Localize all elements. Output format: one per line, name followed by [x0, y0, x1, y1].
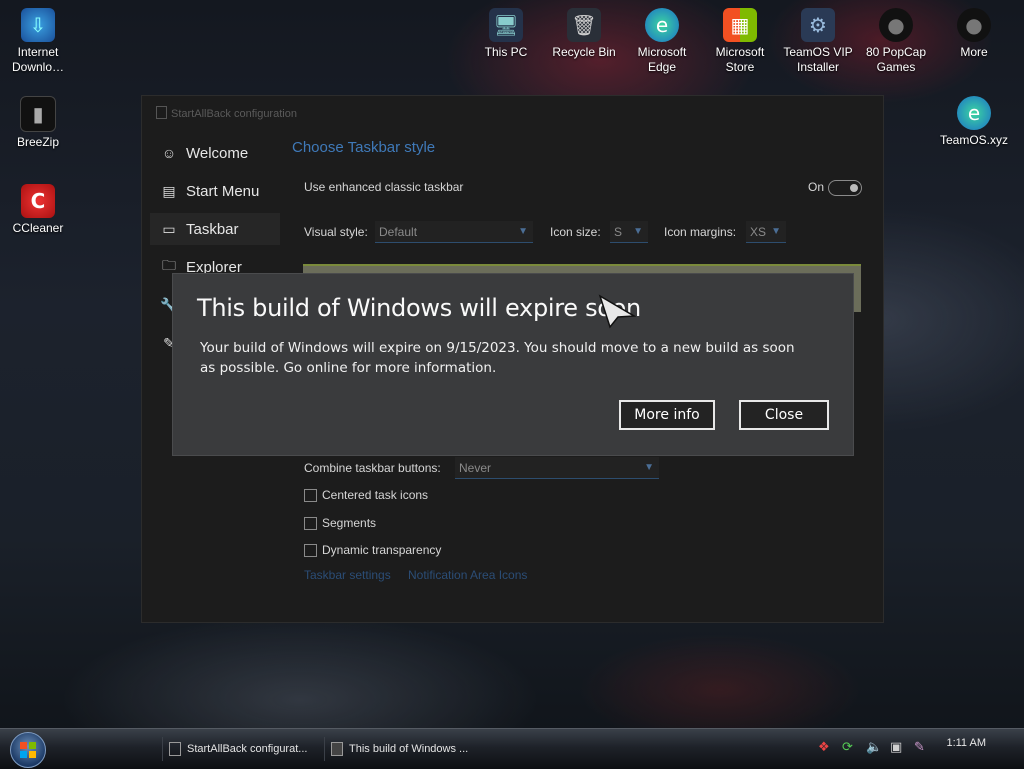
smiley-icon: ☺ — [161, 145, 177, 161]
taskbar-button-label: StartAllBack configurat... — [187, 743, 308, 755]
checkbox-box[interactable] — [304, 488, 317, 502]
taskbar-settings-link[interactable]: Taskbar settings — [304, 568, 391, 582]
dialog-title: This build of Windows will expire soon — [197, 294, 641, 322]
icon-margins-value: XS — [750, 225, 767, 239]
computer-icon: 🖥 — [489, 8, 523, 42]
update-tray-icon[interactable]: ⟳ — [842, 740, 853, 755]
taskbar-icon: ▭ — [162, 220, 176, 237]
checkbox-box[interactable] — [304, 516, 317, 530]
desktop-icon-teamos-vip[interactable]: ⚙ TeamOS VIP Installer — [780, 8, 856, 75]
desktop-icon-ccleaner[interactable]: C CCleaner — [0, 184, 76, 236]
breezip-icon: ▮ — [20, 96, 56, 132]
icon-size-dropdown[interactable]: S ▼ — [610, 221, 648, 243]
app-icon — [331, 742, 343, 756]
dialog-message: Your build of Windows will expire on 9/1… — [200, 340, 795, 376]
pen-tray-icon[interactable]: ✎ — [914, 740, 925, 755]
desktop-icon-more[interactable]: ● More — [936, 8, 1012, 60]
network-icon[interactable]: ▣ — [890, 740, 902, 755]
taskbar-button-dialog[interactable]: This build of Windows ... — [324, 737, 478, 761]
icon-size-value: S — [614, 225, 623, 239]
more-info-button[interactable]: More info — [619, 400, 715, 430]
nav-label: Start Menu — [186, 182, 260, 200]
windows-logo-icon — [20, 742, 36, 758]
checkbox-centered-icons[interactable]: Centered task icons — [304, 488, 428, 502]
chevron-down-icon: ▼ — [771, 226, 781, 237]
visual-style-value: Default — [379, 225, 418, 239]
combine-buttons-value: Never — [459, 461, 492, 475]
close-button[interactable]: Close — [739, 400, 829, 430]
enhanced-taskbar-label: Use enhanced classic taskbar — [304, 180, 464, 194]
icon-size-label: Icon size: — [550, 225, 601, 239]
desktop-icon-label: Microsoft Edge — [637, 45, 687, 74]
desktop-icon-recycle-bin[interactable]: 🗑 Recycle Bin — [546, 8, 622, 60]
edge-icon: e — [957, 96, 991, 130]
window-title-text: StartAllBack configuration — [171, 108, 297, 120]
desktop-icon-teamos-xyz[interactable]: e TeamOS.xyz — [936, 96, 1012, 148]
desktop-icon-label: Microsoft Store — [715, 45, 765, 74]
desktop-icon-label: Internet Downlo… — [11, 45, 65, 74]
nav-taskbar[interactable]: ▭ Taskbar — [150, 213, 280, 245]
desktop-icon-store[interactable]: ▦ Microsoft Store — [702, 8, 778, 75]
desktop-icon-label: This PC — [484, 45, 528, 59]
checkbox-label: Segments — [322, 516, 377, 530]
desktop-icon-label: TeamOS VIP Installer — [783, 45, 853, 74]
desktop-icon-edge[interactable]: e Microsoft Edge — [624, 8, 700, 75]
taskbar: StartAllBack configurat... This build of… — [0, 728, 1024, 769]
section-heading: Choose Taskbar style — [292, 139, 436, 156]
desktop-icon-label: Recycle Bin — [552, 45, 616, 59]
desktop-icon-popcap[interactable]: ● 80 PopCap Games — [858, 8, 934, 75]
desktop-icon-this-pc[interactable]: 🖥 This PC — [468, 8, 544, 60]
installer-icon: ⚙ — [801, 8, 835, 42]
more-icon: ● — [957, 8, 991, 42]
volume-muted-icon[interactable]: 🔈 — [866, 740, 882, 755]
desktop-icon-label: 80 PopCap Games — [865, 45, 927, 74]
expiration-dialog: This build of Windows will expire soon Y… — [172, 273, 854, 456]
store-icon: ▦ — [723, 8, 757, 42]
nav-label: Welcome — [186, 144, 249, 162]
checkbox-box[interactable] — [304, 543, 317, 557]
nav-welcome[interactable]: ☺ Welcome — [150, 137, 280, 169]
desktop-icon-label: TeamOS.xyz — [939, 133, 1008, 147]
checkbox-segments[interactable]: Segments — [304, 516, 376, 530]
checkbox-label: Dynamic transparency — [322, 543, 442, 557]
enhanced-taskbar-toggle[interactable] — [828, 180, 862, 196]
chevron-down-icon: ▼ — [644, 462, 654, 473]
recycle-bin-icon: 🗑 — [567, 8, 601, 42]
combine-buttons-label: Combine taskbar buttons: — [304, 461, 441, 475]
app-icon — [169, 742, 181, 756]
nav-label: Taskbar — [186, 220, 239, 238]
desktop-icon-label: CCleaner — [12, 221, 64, 235]
toggle-state-label: On — [808, 180, 825, 194]
taskbar-button-startallback[interactable]: StartAllBack configurat... — [162, 737, 316, 761]
desktop-icon-label: More — [960, 45, 988, 59]
combine-buttons-dropdown[interactable]: Never ▼ — [455, 457, 659, 479]
app-icon — [156, 106, 167, 119]
start-button[interactable] — [10, 732, 46, 768]
ccleaner-icon: C — [21, 184, 55, 218]
icon-margins-dropdown[interactable]: XS ▼ — [746, 221, 786, 243]
checkbox-label: Centered task icons — [322, 488, 429, 502]
nav-start-menu[interactable]: ▤ Start Menu — [150, 175, 280, 207]
visual-style-dropdown[interactable]: Default ▼ — [375, 221, 533, 243]
start-menu-icon: ▤ — [162, 182, 176, 199]
desktop-icon-label: BreeZip — [16, 135, 60, 149]
games-icon: ● — [879, 8, 913, 42]
system-clock[interactable]: 1:11 AM — [946, 737, 986, 749]
desktop-icon-breezip[interactable]: ▮ BreeZip — [0, 96, 76, 150]
icon-margins-label: Icon margins: — [664, 225, 737, 239]
taskbar-button-label: This build of Windows ... — [349, 743, 469, 755]
visual-style-label: Visual style: — [304, 225, 368, 239]
ccleaner-tray-icon[interactable]: ❖ — [818, 740, 830, 755]
window-title: StartAllBack configuration — [156, 106, 297, 120]
checkbox-dynamic-transparency[interactable]: Dynamic transparency — [304, 543, 441, 557]
internet-download-icon: ⇩ — [21, 8, 55, 42]
chevron-down-icon: ▼ — [633, 226, 643, 237]
desktop-icon-internet-download[interactable]: ⇩ Internet Downlo… — [0, 8, 76, 75]
notification-area-link[interactable]: Notification Area Icons — [408, 568, 527, 582]
edge-icon: e — [645, 8, 679, 42]
chevron-down-icon: ▼ — [518, 226, 528, 237]
mouse-cursor-icon — [598, 294, 637, 329]
